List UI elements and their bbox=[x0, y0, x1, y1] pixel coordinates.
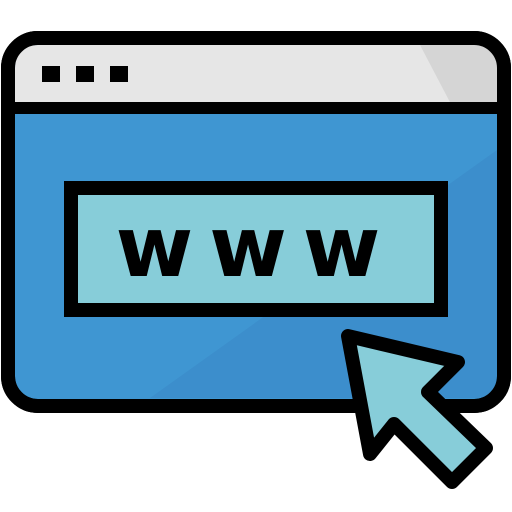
web-browser-www-illustration: www bbox=[0, 0, 512, 512]
titlebar-dot-icon bbox=[42, 66, 60, 82]
titlebar-dot-icon bbox=[110, 66, 128, 82]
web-browser-www-icon: www bbox=[1, 31, 511, 489]
titlebar-dot-icon bbox=[76, 66, 94, 82]
address-bar: www bbox=[64, 181, 448, 317]
www-label: www bbox=[116, 198, 397, 296]
